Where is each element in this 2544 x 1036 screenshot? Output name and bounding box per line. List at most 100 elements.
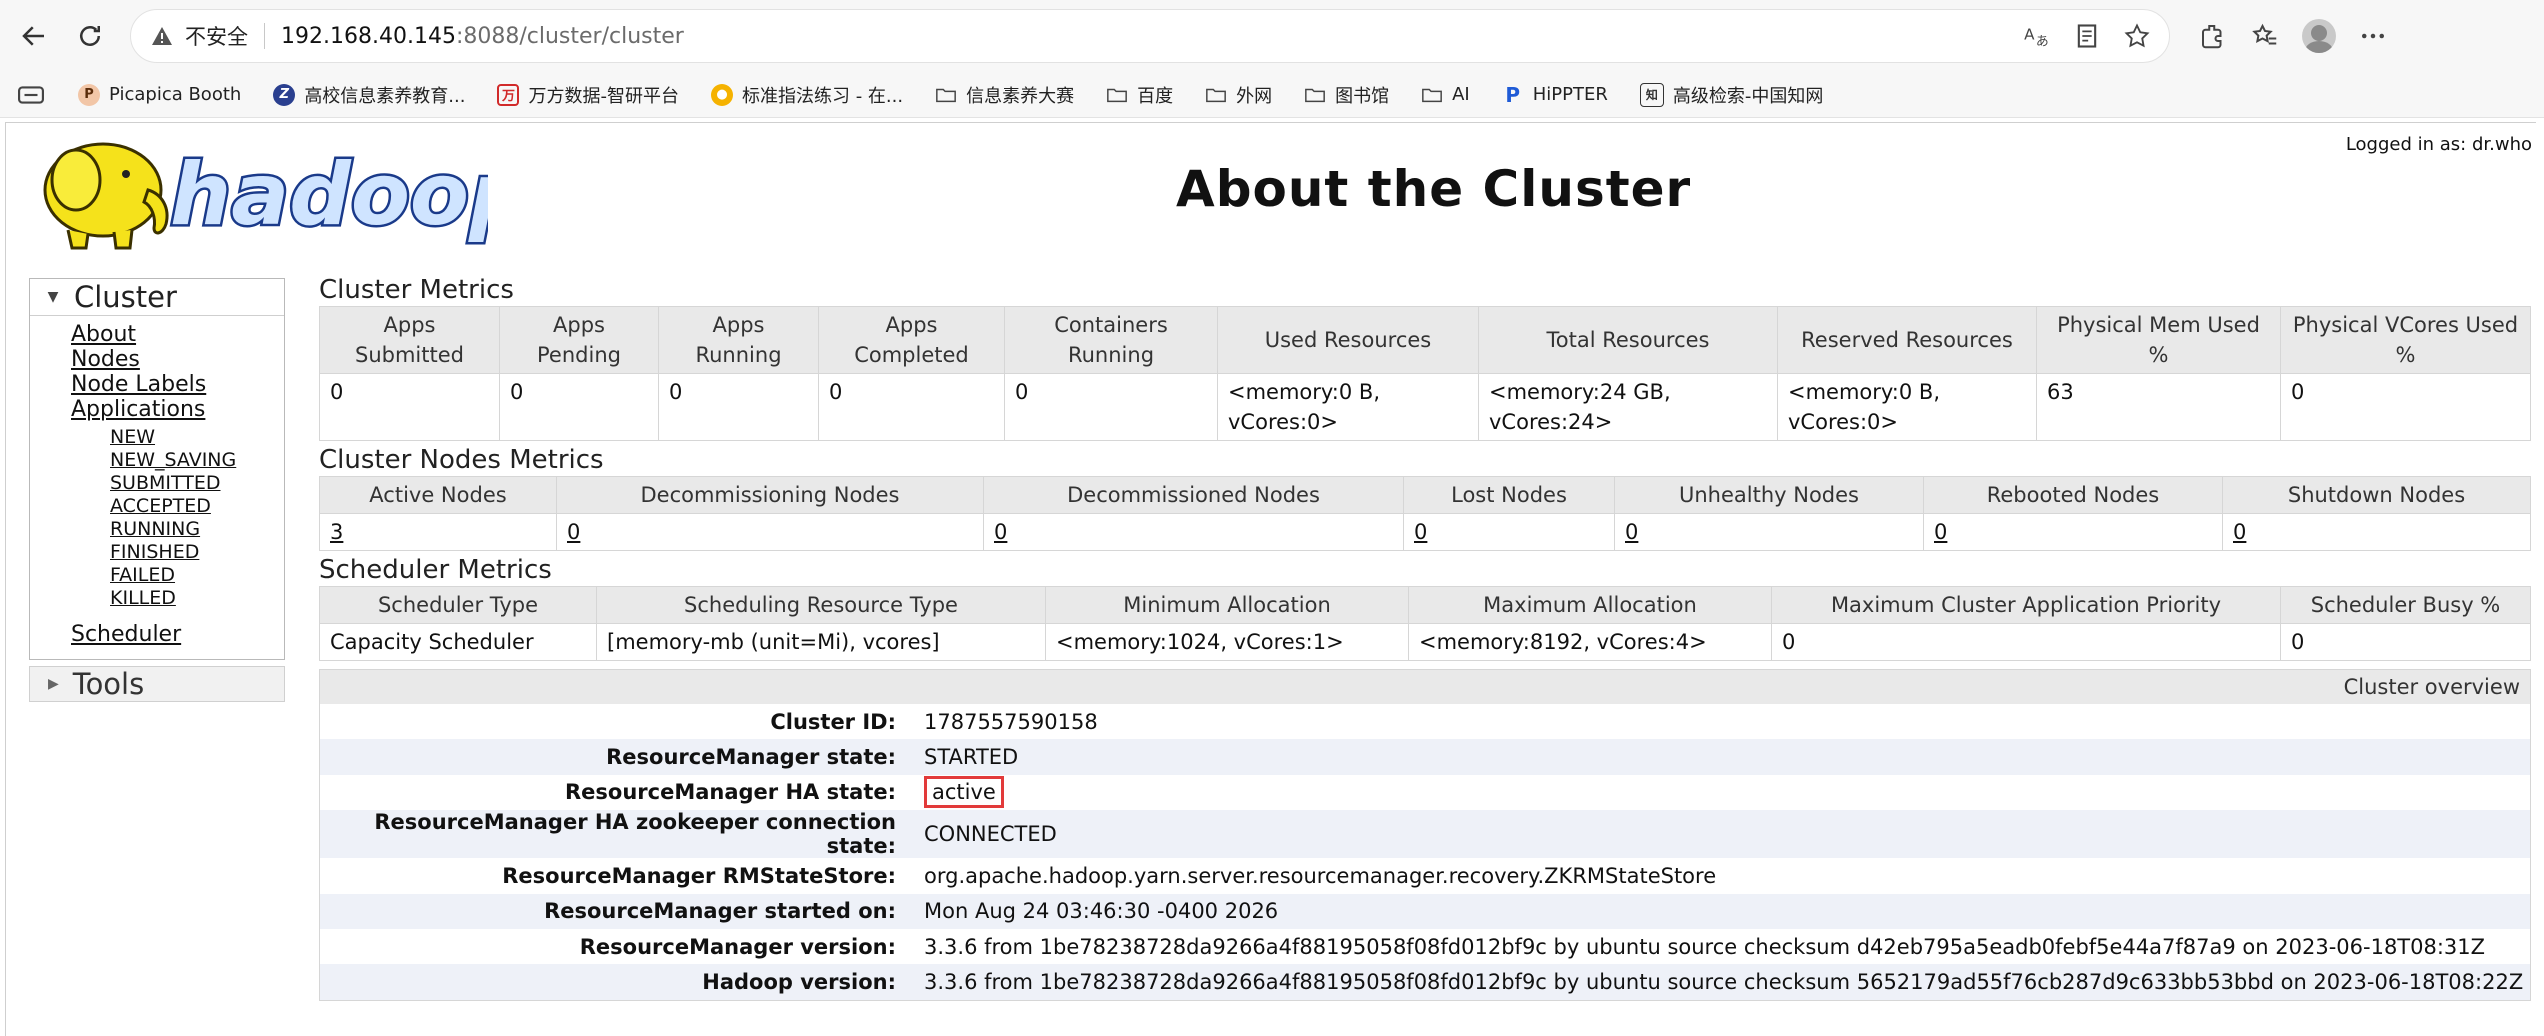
bookmark-item[interactable]: P HiPPTER: [1502, 83, 1607, 107]
app-state-finished[interactable]: FINISHED: [110, 541, 284, 564]
column-header[interactable]: Maximum Allocation: [1408, 586, 1772, 624]
ha-state-highlight: active: [924, 776, 1004, 809]
tools-panel[interactable]: ▶ Tools: [29, 666, 285, 702]
url-host[interactable]: 192.168.40.145: [281, 24, 456, 49]
logged-in-label: Logged in as: dr.who: [2345, 134, 2532, 155]
bookmark-label: 高校信息素养教育...: [304, 85, 466, 107]
column-header[interactable]: Active Nodes: [319, 476, 557, 514]
url-path[interactable]: :8088/cluster/cluster: [456, 24, 684, 49]
decommissioning-nodes-link[interactable]: 0: [567, 520, 580, 544]
profile-avatar[interactable]: [2302, 19, 2336, 53]
active-nodes-link[interactable]: 3: [330, 520, 343, 544]
column-header[interactable]: Unhealthy Nodes: [1614, 476, 1924, 514]
app-state-failed[interactable]: FAILED: [110, 564, 284, 587]
bookmarks-menu-icon[interactable]: [16, 84, 46, 106]
hadoop-logo[interactable]: hadoop: [28, 128, 488, 258]
column-header[interactable]: Used Resources: [1217, 306, 1479, 374]
sidebar-link-about[interactable]: About: [71, 322, 284, 347]
table-cell: 3: [319, 513, 557, 551]
column-header[interactable]: Total Resources: [1478, 306, 1778, 374]
app-state-running[interactable]: RUNNING: [110, 518, 284, 541]
rebooted-nodes-link[interactable]: 0: [1934, 520, 1947, 544]
table-row: ResourceManager state: STARTED: [320, 739, 2530, 775]
column-header[interactable]: Minimum Allocation: [1045, 586, 1409, 624]
cluster-header[interactable]: ▼ Cluster: [30, 279, 284, 316]
app-state-new[interactable]: NEW: [110, 426, 284, 449]
table-cell: 0: [2222, 513, 2531, 551]
column-header[interactable]: Apps Submitted: [319, 306, 500, 374]
star-icon[interactable]: [2123, 22, 2151, 50]
column-header[interactable]: Apps Completed: [818, 306, 1005, 374]
column-header[interactable]: Scheduler Busy %: [2280, 586, 2531, 624]
column-header[interactable]: Reserved Resources: [1777, 306, 2037, 374]
favorites-icon[interactable]: [2250, 21, 2280, 51]
cluster-panel: ▼ Cluster About Nodes Node Labels Applic…: [29, 278, 285, 660]
reader-mode-icon[interactable]: [2073, 22, 2101, 50]
insecure-label[interactable]: 不安全: [185, 21, 248, 51]
table-cell: 0: [1004, 373, 1218, 441]
decommissioned-nodes-link[interactable]: 0: [994, 520, 1007, 544]
tools-label: Tools: [72, 667, 145, 701]
overview-value: org.apache.hadoop.yarn.server.resourcema…: [924, 863, 1717, 888]
table-header-row: Scheduler Type Scheduling Resource Type …: [319, 586, 2531, 624]
column-header[interactable]: Scheduling Resource Type: [596, 586, 1046, 624]
overview-value: STARTED: [910, 739, 2530, 775]
bookmark-label: AI: [1452, 84, 1470, 105]
bookmark-item[interactable]: Z 高校信息素养教育...: [273, 82, 465, 108]
table-cell: <memory:1024, vCores:1>: [1045, 623, 1409, 661]
table-header-row: Active Nodes Decommissioning Nodes Decom…: [319, 476, 2531, 514]
translate-icon[interactable]: Aあ: [2023, 22, 2051, 50]
unhealthy-nodes-link[interactable]: 0: [1625, 520, 1638, 544]
column-header[interactable]: Containers Running: [1004, 306, 1218, 374]
column-header[interactable]: Apps Pending: [499, 306, 659, 374]
table-row: ResourceManager HA zookeeper connection …: [320, 810, 2530, 859]
column-header[interactable]: Decommissioned Nodes: [983, 476, 1404, 514]
lost-nodes-link[interactable]: 0: [1414, 520, 1427, 544]
shutdown-nodes-link[interactable]: 0: [2233, 520, 2246, 544]
bookmark-folder[interactable]: 信息素养大赛: [935, 82, 1074, 108]
app-state-accepted[interactable]: ACCEPTED: [110, 495, 284, 518]
column-header[interactable]: Rebooted Nodes: [1923, 476, 2223, 514]
folder-icon: [1205, 84, 1227, 106]
extensions-icon[interactable]: [2198, 21, 2228, 51]
cluster-metrics-table: Apps Submitted Apps Pending Apps Running…: [319, 306, 2531, 441]
bookmark-folder[interactable]: 外网: [1205, 82, 1272, 108]
table-cell: 0: [1923, 513, 2223, 551]
overview-key: Hadoop version:: [320, 964, 910, 1000]
bookmark-item[interactable]: 知高级检索-中国知网: [1639, 82, 1823, 108]
sidebar-link-nodes[interactable]: Nodes: [71, 347, 284, 372]
app-state-links: NEW NEW_SAVING SUBMITTED ACCEPTED RUNNIN…: [71, 426, 284, 610]
app-state-new-saving[interactable]: NEW_SAVING: [110, 449, 284, 472]
bookmark-item[interactable]: P Picapica Booth: [78, 83, 241, 106]
table-row: Hadoop version: 3.3.6 from 1be78238728da9…: [320, 964, 2530, 1000]
app-state-submitted[interactable]: SUBMITTED: [110, 472, 284, 495]
sidebar-link-applications[interactable]: Applications: [71, 397, 284, 422]
overview-key: ResourceManager started on:: [320, 893, 910, 929]
column-header[interactable]: Physical Mem Used %: [2036, 306, 2281, 374]
cluster-overview: Cluster overview Cluster ID: 178755759015…: [319, 669, 2531, 1001]
column-header[interactable]: Apps Running: [658, 306, 819, 374]
column-header[interactable]: Lost Nodes: [1403, 476, 1615, 514]
column-header[interactable]: Maximum Cluster Application Priority: [1771, 586, 2281, 624]
more-icon[interactable]: [2358, 21, 2388, 51]
bookmark-folder[interactable]: 百度: [1106, 82, 1173, 108]
back-button[interactable]: [6, 8, 62, 64]
triangle-right-icon: ▶: [48, 676, 59, 692]
column-header[interactable]: Decommissioning Nodes: [556, 476, 984, 514]
reload-button[interactable]: [62, 8, 118, 64]
overview-key: ResourceManager RMStateStore:: [502, 863, 896, 888]
warning-icon[interactable]: [149, 23, 175, 49]
sidebar-link-node-labels[interactable]: Node Labels: [71, 372, 284, 397]
column-header[interactable]: Shutdown Nodes: [2222, 476, 2531, 514]
bookmark-item[interactable]: ● 标准指法练习 - 在...: [710, 82, 903, 108]
table-cell: <memory:8192, vCores:4>: [1408, 623, 1772, 661]
bookmark-folder[interactable]: AI: [1421, 84, 1470, 106]
table-cell: 0: [1771, 623, 2281, 661]
address-bar[interactable]: 不安全 192.168.40.145:8088/cluster/cluster …: [130, 9, 2170, 63]
app-state-killed[interactable]: KILLED: [110, 587, 284, 610]
bookmark-folder[interactable]: 图书馆: [1304, 82, 1389, 108]
column-header[interactable]: Physical VCores Used %: [2280, 306, 2531, 374]
sidebar-link-scheduler[interactable]: Scheduler: [71, 622, 284, 647]
bookmark-item[interactable]: 万万方数据-智研平台: [497, 82, 679, 108]
column-header[interactable]: Scheduler Type: [319, 586, 597, 624]
